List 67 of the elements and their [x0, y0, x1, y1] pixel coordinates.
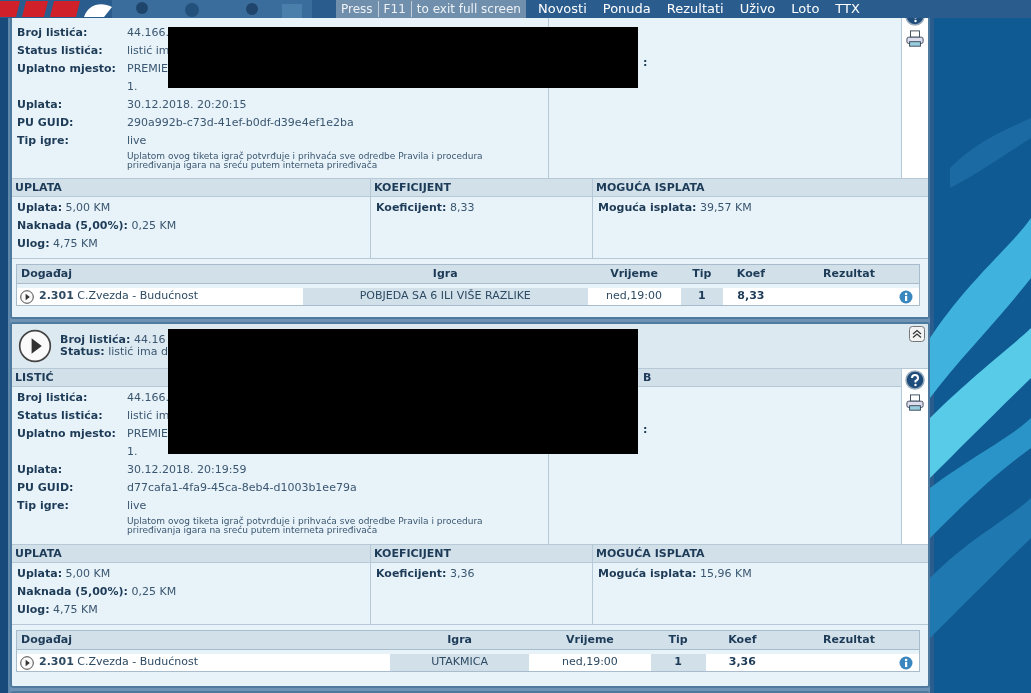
event-name: 2.301 C.Zvezda - Budućnost: [39, 288, 198, 305]
play-button[interactable]: [20, 655, 34, 670]
nav-link[interactable]: Novosti: [537, 1, 587, 17]
fullscreen-hint-text: F11: [377, 1, 411, 17]
field-label: Uplata:: [17, 96, 64, 113]
field-text: Moguća isplata: 39,57 KM: [598, 200, 753, 216]
field-text: Moguća isplata: 15,96 KM: [598, 566, 753, 582]
disclaimer-text: Uplatom ovog tiketa igrač potvrđuje i prihvaća sve odredbe Pravila i procedura priređivanja igara na sreću putem interneta priređivača: [127, 517, 484, 535]
nav-link[interactable]: TTX: [835, 1, 860, 17]
nav-link[interactable]: Rezultati: [666, 1, 724, 17]
section-heading: KOEFICIJENT: [371, 545, 592, 563]
field-text: Naknada (5,00%): 0,25 KM: [17, 584, 178, 600]
fullscreen-hint-text: Press: [340, 1, 374, 17]
field-label: Broj listića:: [17, 24, 89, 41]
section-heading: UPLATA: [12, 179, 370, 197]
field-value: 1.: [127, 78, 138, 95]
info-icon[interactable]: [899, 289, 913, 304]
field-text: Naknada (5,00%): 0,25 KM: [17, 218, 178, 234]
field-text: Broj listića: 44.16: [60, 334, 167, 346]
nav-link[interactable]: Loto: [791, 1, 820, 17]
field-text: Koeficijent: 3,36: [376, 566, 476, 582]
play-button[interactable]: [20, 289, 34, 304]
field-value: 44.166.: [127, 389, 169, 406]
field-label: Uplatno mjesto:: [17, 60, 117, 77]
field-value: 1.: [127, 443, 138, 460]
play-button[interactable]: [18, 329, 52, 363]
field-label: PU GUID:: [17, 114, 75, 131]
field-value: live: [127, 132, 147, 149]
print-icon[interactable]: [906, 30, 924, 48]
field-value: 44.166.: [127, 24, 169, 41]
field-text: Uplata: 5,00 KM: [17, 200, 112, 216]
section-heading: KOEFICIJENT: [371, 179, 592, 197]
field-text: Uplata: 5,00 KM: [17, 566, 112, 582]
field-label: Status listića:: [17, 407, 104, 424]
section-heading: MOGUĆA ISPLATA: [593, 179, 928, 197]
disclaimer-text: Uplatom ovog tiketa igrač potvrđuje i prihvaća sve odredbe Pravila i procedura priređivanja igara na sreću putem interneta priređivača: [127, 152, 484, 170]
field-label: :: [643, 422, 648, 438]
field-label: Uplata:: [17, 461, 64, 478]
field-value: PREMIE: [127, 60, 168, 77]
fullscreen-hint-text: to exit full screen: [410, 1, 526, 17]
section-heading: UPLATA: [12, 545, 370, 563]
field-value: live: [127, 497, 147, 514]
section-heading: MOGUĆA ISPLATA: [593, 545, 928, 563]
field-label: Uplatno mjesto:: [17, 425, 117, 442]
field-text: Koeficijent: 8,33: [376, 200, 476, 216]
nav-link[interactable]: Uživo: [739, 1, 776, 17]
field-label: Status listića:: [17, 42, 104, 59]
field-label: Tip igre:: [17, 497, 70, 514]
field-value: PREMIE: [127, 425, 168, 442]
field-value: 30.12.2018. 20:19:59: [127, 461, 247, 478]
collapse-button[interactable]: [909, 326, 925, 342]
section-heading: B: [643, 370, 652, 386]
field-text: Status: listić ima d: [60, 346, 168, 358]
nav-link[interactable]: Ponuda: [602, 1, 651, 17]
field-label: Broj listića:: [17, 389, 89, 406]
print-icon[interactable]: [906, 394, 924, 412]
field-text: Ulog: 4,75 KM: [17, 236, 99, 252]
field-label: PU GUID:: [17, 479, 75, 496]
field-value: 30.12.2018. 20:20:15: [127, 96, 247, 113]
info-icon[interactable]: [899, 655, 913, 670]
help-icon[interactable]: [905, 370, 925, 390]
field-value: 290a992b-c73d-41ef-b0df-d39e4ef1e2ba: [127, 114, 354, 131]
field-value: d77cafa1-4fa9-45ca-8eb4-d1003b1ee79a: [127, 479, 357, 496]
event-name: 2.301 C.Zvezda - Budućnost: [39, 654, 198, 671]
field-text: Ulog: 4,75 KM: [17, 602, 99, 618]
field-label: :: [643, 55, 648, 71]
field-label: Tip igre:: [17, 132, 70, 149]
